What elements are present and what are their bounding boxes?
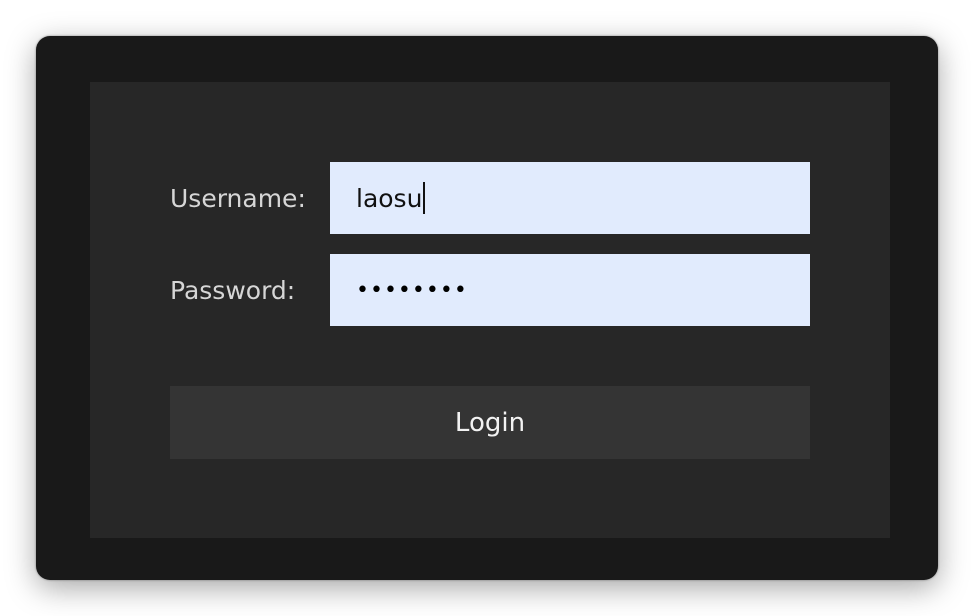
password-input[interactable]: •••••••• xyxy=(330,254,810,326)
username-input[interactable]: laosu xyxy=(330,162,810,234)
login-panel: Username: laosu Password: •••••••• Login xyxy=(90,82,890,538)
username-label: Username: xyxy=(170,184,306,213)
username-value: laosu xyxy=(356,183,423,213)
password-masked-value: •••••••• xyxy=(356,277,468,303)
login-window: Username: laosu Password: •••••••• Login xyxy=(36,36,938,580)
password-label: Password: xyxy=(170,276,296,305)
login-button[interactable]: Login xyxy=(170,386,810,459)
text-caret xyxy=(423,182,426,214)
